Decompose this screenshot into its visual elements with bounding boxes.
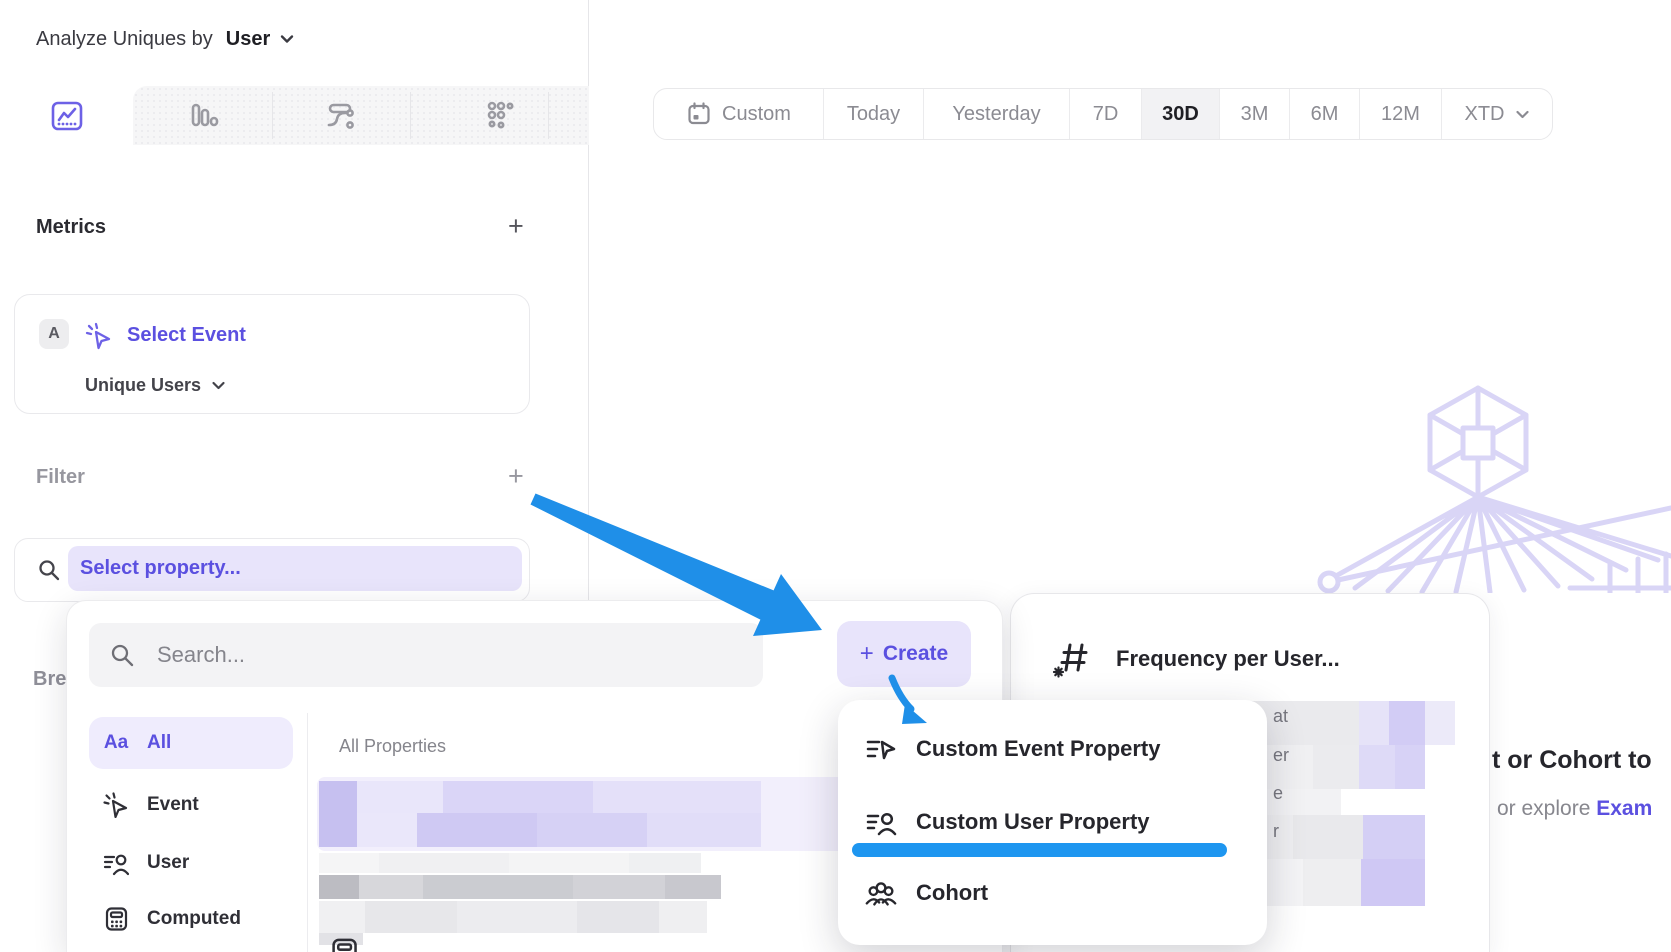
clipped-text-fragment: at xyxy=(1273,706,1288,727)
select-property-input[interactable]: Select property... xyxy=(68,546,522,591)
clipped-text-fragment: r xyxy=(1273,821,1279,842)
annotation-arrow-small xyxy=(880,672,940,732)
category-event[interactable]: Event xyxy=(89,779,293,831)
date-range-selector: Custom Today Yesterday 7D 30D 3M 6M 12M … xyxy=(653,88,1553,140)
date-option-label: Custom xyxy=(722,103,791,126)
date-option-today[interactable]: Today xyxy=(824,89,924,139)
select-event-button[interactable]: Select Event xyxy=(127,321,246,349)
date-option-yesterday[interactable]: Yesterday xyxy=(924,89,1070,139)
flow-chart-icon xyxy=(323,98,359,134)
tab-line-chart[interactable] xyxy=(0,86,133,145)
cohort-icon xyxy=(864,878,898,908)
custom-property-hash-icon xyxy=(1051,640,1093,682)
date-option-label: 3M xyxy=(1241,103,1269,126)
event-cursor-icon xyxy=(103,792,129,818)
filter-heading: Filter xyxy=(36,466,85,489)
line-chart-icon xyxy=(49,98,85,134)
date-option-6m[interactable]: 6M xyxy=(1290,89,1360,139)
empty-state-subtitle: or explore Exam xyxy=(1497,797,1652,821)
category-label: All xyxy=(147,732,171,754)
menu-item-label: Custom User Property xyxy=(916,809,1150,835)
category-all[interactable]: Aa All xyxy=(89,717,293,769)
aa-icon: Aa xyxy=(103,732,129,754)
calculator-icon xyxy=(329,937,359,952)
aggregation-label: Unique Users xyxy=(85,375,201,396)
tab-divider xyxy=(272,92,273,139)
menu-item-cohort[interactable]: Cohort xyxy=(838,870,1267,916)
search-icon xyxy=(37,558,61,582)
date-option-label: 12M xyxy=(1381,103,1420,126)
aggregation-selector[interactable]: Unique Users xyxy=(85,375,226,396)
menu-item-label: Cohort xyxy=(916,880,988,906)
analysis-title: Analyze Uniques by xyxy=(36,28,213,51)
insights-report-builder: t or Cohort to or explore Exam Analyze U… xyxy=(0,0,1671,952)
date-option-30d-selected[interactable]: 30D xyxy=(1142,89,1220,139)
date-option-12m[interactable]: 12M xyxy=(1360,89,1442,139)
create-button-label: Create xyxy=(883,642,948,666)
menu-item-custom-user-property[interactable]: Custom User Property xyxy=(838,799,1267,845)
chart-type-tabs xyxy=(0,86,589,145)
custom-event-property-icon xyxy=(865,734,897,764)
wireframe-illustration xyxy=(1300,360,1671,593)
category-label: Event xyxy=(147,794,199,816)
menu-item-label: Custom Event Property xyxy=(916,736,1161,762)
select-event-icon xyxy=(85,322,113,350)
user-list-icon xyxy=(103,850,129,876)
menu-item-custom-event-property[interactable]: Custom Event Property xyxy=(838,726,1267,772)
empty-state-subtitle-text: or explore xyxy=(1497,797,1596,820)
analysis-header: Analyze Uniques by User xyxy=(36,24,295,54)
add-metric-button[interactable]: + xyxy=(508,214,524,238)
custom-property-title: Frequency per User... xyxy=(1116,646,1340,672)
date-option-label: XTD xyxy=(1465,103,1505,126)
chevron-down-icon xyxy=(1515,109,1530,120)
date-option-label: Yesterday xyxy=(952,103,1040,126)
metric-card[interactable]: A Select Event Unique Users xyxy=(14,294,530,414)
search-icon xyxy=(109,642,135,668)
calculator-icon xyxy=(103,906,129,932)
chevron-down-icon xyxy=(211,380,226,391)
filter-card: Select property... xyxy=(14,538,530,602)
date-option-label: 7D xyxy=(1093,103,1119,126)
chevron-down-icon[interactable] xyxy=(279,33,295,45)
grid-dots-icon xyxy=(482,98,518,134)
category-computed[interactable]: Computed xyxy=(89,893,293,945)
category-label: Computed xyxy=(147,908,241,930)
date-option-xtd[interactable]: XTD xyxy=(1442,89,1552,139)
tab-divider xyxy=(410,92,411,139)
date-option-7d[interactable]: 7D xyxy=(1070,89,1142,139)
category-label: User xyxy=(147,852,189,874)
example-reports-link[interactable]: Exam xyxy=(1596,797,1652,820)
clipped-text-fragment: er xyxy=(1273,745,1289,766)
property-list-header: All Properties xyxy=(339,736,446,757)
menu-divider xyxy=(307,713,308,952)
clipped-text-fragment: e xyxy=(1273,783,1283,804)
date-option-custom[interactable]: Custom xyxy=(654,89,824,139)
date-option-label: Today xyxy=(847,103,900,126)
date-option-label: 30D xyxy=(1162,103,1199,126)
analyze-by-selector[interactable]: User xyxy=(226,28,270,51)
metric-row-badge: A xyxy=(39,319,69,349)
date-option-label: 6M xyxy=(1311,103,1339,126)
tab-bar-chart[interactable] xyxy=(133,86,272,145)
tab-flow-chart[interactable] xyxy=(272,86,410,145)
empty-state-title: t or Cohort to xyxy=(1492,746,1652,775)
tab-divider xyxy=(548,92,549,139)
create-menu: Custom Event Property Custom User Proper… xyxy=(838,700,1267,945)
custom-user-property-icon xyxy=(865,807,897,837)
calendar-icon xyxy=(686,101,712,127)
date-option-3m[interactable]: 3M xyxy=(1220,89,1290,139)
highlight-underline-bar xyxy=(852,843,1227,857)
tab-metrics-grid[interactable] xyxy=(410,86,589,145)
bar-chart-icon xyxy=(185,98,221,134)
metrics-heading: Metrics xyxy=(36,216,106,239)
category-user[interactable]: User xyxy=(89,837,293,889)
plus-icon: + xyxy=(860,640,874,668)
breakdown-heading: Bre xyxy=(33,668,66,691)
annotation-arrow-large xyxy=(520,478,850,658)
